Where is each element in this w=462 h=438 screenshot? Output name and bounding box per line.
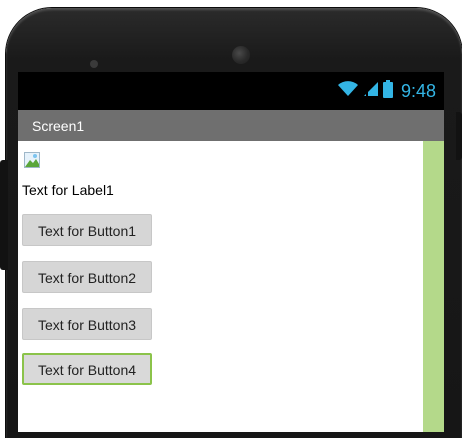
phone-side-button-right xyxy=(456,112,462,160)
button1[interactable]: Text for Button1 xyxy=(22,214,152,246)
battery-icon xyxy=(382,79,393,103)
status-icons: 9:48 xyxy=(337,79,436,103)
sensor-dot xyxy=(90,60,98,68)
signal-icon xyxy=(363,81,379,102)
screen-content: Text for Label1 Text for Button1 Text fo… xyxy=(18,141,423,432)
image-icon[interactable] xyxy=(24,152,40,168)
button4[interactable]: Text for Button4 xyxy=(22,353,152,385)
status-bar: 9:48 xyxy=(18,72,444,110)
phone-screen: 9:48 Screen1 Text for Label1 Text for Bu… xyxy=(18,72,444,432)
screen-title-bar: Screen1 xyxy=(18,110,444,141)
front-camera xyxy=(232,46,250,64)
status-time: 9:48 xyxy=(400,80,436,101)
phone-side-button-left xyxy=(0,160,8,270)
label1[interactable]: Text for Label1 xyxy=(22,182,114,198)
layout-strip xyxy=(423,141,444,432)
screen-title: Screen1 xyxy=(32,117,85,134)
button2[interactable]: Text for Button2 xyxy=(22,261,152,293)
wifi-icon xyxy=(337,80,359,102)
button3[interactable]: Text for Button3 xyxy=(22,308,152,340)
